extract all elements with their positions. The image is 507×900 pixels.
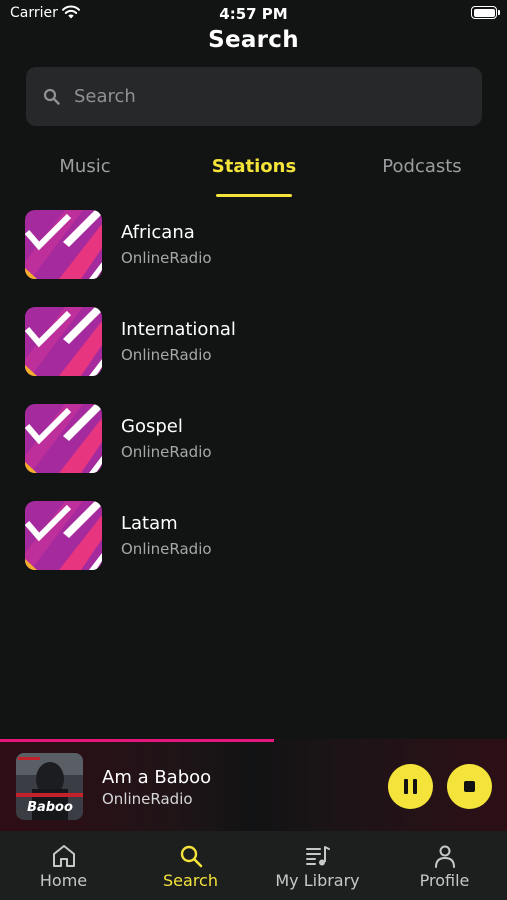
search-screen: Carrier 4:57 PM Search Music Stations Po… [0, 0, 507, 900]
station-row-international[interactable]: International OnlineRadio [0, 307, 507, 387]
album-art-text: Baboo [27, 800, 73, 815]
album-art: Baboo [16, 753, 83, 820]
search-icon [180, 845, 202, 868]
nav-label: My Library [275, 871, 360, 890]
station-artwork [25, 501, 102, 570]
nav-search[interactable]: Search [127, 831, 254, 900]
playback-progress-fill [0, 739, 274, 742]
nav-label: Home [39, 871, 88, 890]
profile-icon [434, 845, 455, 868]
stop-button[interactable] [447, 764, 492, 809]
station-artwork [25, 210, 102, 279]
station-subtitle: OnlineRadio [121, 540, 212, 558]
home-icon [52, 845, 75, 867]
tab-stations[interactable]: Stations [199, 156, 309, 180]
station-subtitle: OnlineRadio [121, 346, 212, 364]
station-subtitle: OnlineRadio [121, 443, 212, 461]
station-subtitle: OnlineRadio [121, 249, 212, 267]
tab-music[interactable]: Music [30, 156, 140, 180]
nav-label: Search [163, 871, 218, 890]
search-bar[interactable] [26, 67, 482, 126]
nav-profile[interactable]: Profile [381, 831, 507, 900]
now-playing-title: Am a Baboo [102, 767, 212, 788]
battery-icon [471, 6, 500, 19]
nav-label: Profile [419, 871, 470, 890]
playback-progress-bar[interactable] [0, 739, 507, 742]
station-title: Latam [121, 513, 178, 534]
stop-icon [464, 781, 475, 792]
station-artwork [25, 307, 102, 376]
tab-podcasts[interactable]: Podcasts [367, 156, 477, 180]
nav-home[interactable]: Home [0, 831, 127, 900]
station-artwork [25, 404, 102, 473]
page-title: Search [208, 27, 299, 53]
station-row-africana[interactable]: Africana OnlineRadio [0, 210, 507, 290]
pause-button[interactable] [388, 764, 433, 809]
now-playing-subtitle: OnlineRadio [102, 790, 193, 808]
station-row-gospel[interactable]: Gospel OnlineRadio [0, 404, 507, 484]
library-icon [305, 846, 330, 866]
nav-my-library[interactable]: My Library [254, 831, 381, 900]
station-title: International [121, 319, 236, 340]
active-tab-indicator [216, 194, 292, 197]
station-title: Africana [121, 222, 195, 243]
mini-player[interactable]: Baboo Am a Baboo OnlineRadio [0, 739, 507, 831]
station-row-latam[interactable]: Latam OnlineRadio [0, 501, 507, 581]
bottom-tab-bar: Home Search My Library Profile [0, 831, 507, 900]
station-title: Gospel [121, 416, 183, 437]
search-input[interactable] [74, 67, 464, 126]
status-time: 4:57 PM [219, 5, 288, 23]
search-icon [43, 88, 60, 105]
status-bar: Carrier 4:57 PM [0, 0, 507, 28]
